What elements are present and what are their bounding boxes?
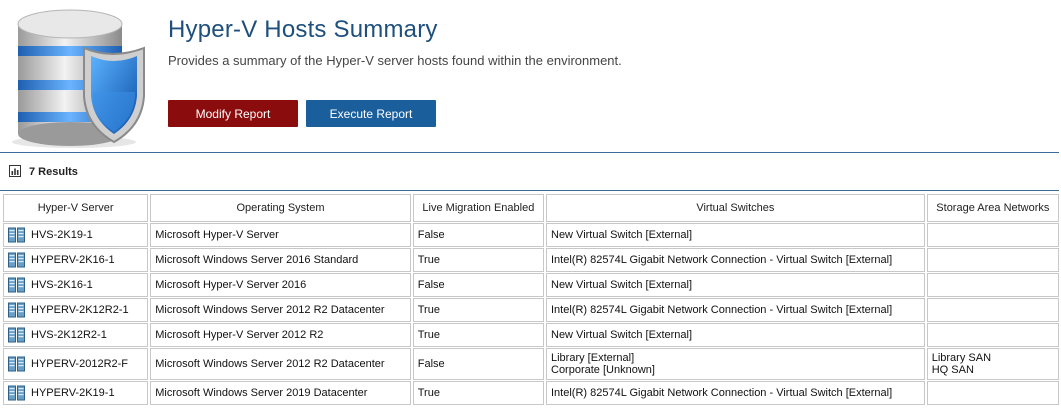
- column-header-server[interactable]: Hyper-V Server: [3, 194, 149, 222]
- table-row[interactable]: HYPERV-2K19-1 Microsoft Windows Server 20…: [3, 381, 1059, 405]
- cell-virtual-switches: Intel(R) 82574L Gigabit Network Connecti…: [546, 248, 925, 272]
- cell-os: Microsoft Windows Server 2019 Datacenter: [150, 381, 411, 405]
- table-body: HVS-2K19-1 Microsoft Hyper-V Server False N…: [3, 223, 1059, 405]
- server-name: HYPERV-2K16-1: [31, 254, 115, 266]
- server-name: HVS-2K12R2-1: [31, 329, 107, 341]
- cell-sans: [926, 381, 1059, 405]
- hosts-table: Hyper-V Server Operating System Live Mig…: [1, 193, 1061, 406]
- header-divider: [0, 152, 1059, 153]
- column-header-virtual-switches[interactable]: Virtual Switches: [546, 194, 925, 222]
- cell-live-migration: True: [412, 323, 544, 347]
- cell-os: Microsoft Hyper-V Server: [150, 223, 411, 247]
- column-header-os[interactable]: Operating System: [150, 194, 411, 222]
- cell-virtual-switches: Intel(R) 82574L Gigabit Network Connecti…: [546, 298, 925, 322]
- modify-report-button[interactable]: Modify Report: [168, 100, 298, 127]
- virtual-switch-item: Intel(R) 82574L Gigabit Network Connecti…: [551, 304, 893, 316]
- cell-live-migration: False: [412, 223, 544, 247]
- execute-report-button[interactable]: Execute Report: [306, 100, 436, 127]
- cell-server: HYPERV-2012R2-F: [3, 348, 149, 380]
- cell-sans: Library SAN HQ SAN: [926, 348, 1059, 380]
- server-icon: [8, 385, 25, 401]
- cell-virtual-switches: Intel(R) 82574L Gigabit Network Connecti…: [546, 381, 925, 405]
- cell-live-migration: False: [412, 273, 544, 297]
- cell-os: Microsoft Hyper-V Server 2012 R2: [150, 323, 411, 347]
- server-name: HVS-2K19-1: [31, 229, 93, 241]
- page-title: Hyper-V Hosts Summary: [168, 16, 438, 43]
- server-icon: [8, 302, 25, 318]
- column-header-sans[interactable]: Storage Area Networks: [926, 194, 1059, 222]
- server-icon: [8, 227, 25, 243]
- cell-sans: [926, 273, 1059, 297]
- server-name: HYPERV-2012R2-F: [31, 358, 129, 370]
- cell-virtual-switches: New Virtual Switch [External]: [546, 273, 925, 297]
- column-header-live-migration[interactable]: Live Migration Enabled: [412, 194, 544, 222]
- virtual-switch-item: Intel(R) 82574L Gigabit Network Connecti…: [551, 387, 893, 399]
- cell-sans: [926, 298, 1059, 322]
- results-count: 7 Results: [29, 166, 78, 178]
- table-row[interactable]: HVS-2K12R2-1 Microsoft Hyper-V Server 201…: [3, 323, 1059, 347]
- virtual-switch-item: New Virtual Switch [External]: [551, 229, 693, 241]
- server-name: HYPERV-2K19-1: [31, 387, 115, 399]
- table-row[interactable]: HYPERV-2012R2-F Microsoft Windows Server …: [3, 348, 1059, 380]
- results-bar: 7 Results: [0, 160, 1061, 184]
- cell-os: Microsoft Windows Server 2016 Standard: [150, 248, 411, 272]
- cell-live-migration: False: [412, 348, 544, 380]
- server-icon: [8, 277, 25, 293]
- server-icon: [8, 252, 25, 268]
- cell-virtual-switches: New Virtual Switch [External]: [546, 223, 925, 247]
- server-icon: [8, 327, 25, 343]
- report-header: Hyper-V Hosts Summary Provides a summary…: [0, 0, 1061, 152]
- cell-live-migration: True: [412, 381, 544, 405]
- table-row[interactable]: HVS-2K16-1 Microsoft Hyper-V Server 2016 F…: [3, 273, 1059, 297]
- virtual-switch-item: Intel(R) 82574L Gigabit Network Connecti…: [551, 254, 893, 266]
- cell-server: HVS-2K12R2-1: [3, 323, 149, 347]
- server-name: HVS-2K16-1: [31, 279, 93, 291]
- database-shield-icon: [12, 9, 145, 148]
- cell-sans: [926, 248, 1059, 272]
- table-header-row: Hyper-V Server Operating System Live Mig…: [3, 194, 1059, 222]
- cell-virtual-switches: New Virtual Switch [External]: [546, 323, 925, 347]
- virtual-switch-item: Corporate [Unknown]: [551, 364, 655, 376]
- table-row[interactable]: HVS-2K19-1 Microsoft Hyper-V Server False N…: [3, 223, 1059, 247]
- virtual-switch-item: New Virtual Switch [External]: [551, 329, 693, 341]
- table-row[interactable]: HYPERV-2K12R2-1 Microsoft Windows Server …: [3, 298, 1059, 322]
- cell-server: HVS-2K19-1: [3, 223, 149, 247]
- cell-os: Microsoft Windows Server 2012 R2 Datacen…: [150, 348, 411, 380]
- cell-live-migration: True: [412, 248, 544, 272]
- virtual-switch-item: Library [External]: [551, 352, 635, 364]
- san-item: Library SAN: [931, 352, 992, 364]
- cell-server: HYPERV-2K12R2-1: [3, 298, 149, 322]
- server-name: HYPERV-2K12R2-1: [31, 304, 129, 316]
- report-chart-icon: [9, 165, 21, 177]
- server-icon: [8, 356, 25, 372]
- san-item: HQ SAN: [931, 364, 974, 376]
- table-row[interactable]: HYPERV-2K16-1 Microsoft Windows Server 20…: [3, 248, 1059, 272]
- virtual-switch-item: New Virtual Switch [External]: [551, 279, 693, 291]
- page-subtitle: Provides a summary of the Hyper-V server…: [168, 53, 622, 68]
- cell-virtual-switches: Library [External] Corporate [Unknown]: [546, 348, 925, 380]
- cell-server: HYPERV-2K16-1: [3, 248, 149, 272]
- cell-live-migration: True: [412, 298, 544, 322]
- results-divider: [0, 190, 1059, 191]
- cell-sans: [926, 323, 1059, 347]
- report-page: Hyper-V Hosts Summary Provides a summary…: [0, 0, 1061, 409]
- cell-sans: [926, 223, 1059, 247]
- cell-os: Microsoft Hyper-V Server 2016: [150, 273, 411, 297]
- cell-os: Microsoft Windows Server 2012 R2 Datacen…: [150, 298, 411, 322]
- cell-server: HVS-2K16-1: [3, 273, 149, 297]
- cell-server: HYPERV-2K19-1: [3, 381, 149, 405]
